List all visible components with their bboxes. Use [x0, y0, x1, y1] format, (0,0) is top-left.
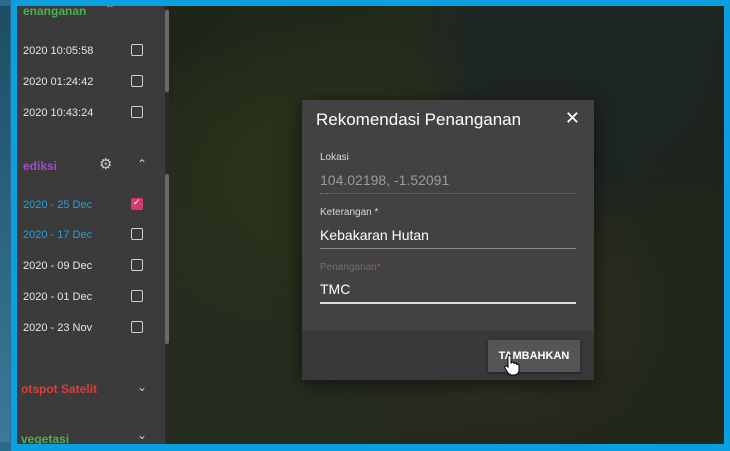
checkbox[interactable] [131, 290, 143, 302]
section-vegetasi-title[interactable]: vegetasi [21, 432, 69, 444]
background-window-strip [0, 0, 14, 451]
checkbox[interactable] [131, 106, 143, 118]
section-penanganan-title[interactable]: enanganan [23, 6, 86, 18]
sidebar: enanganan ⌃ 2020 10:05:58 2020 01:24:42 … [17, 6, 167, 444]
penanganan-item-label: 2020 01:24:42 [23, 76, 94, 88]
chevron-up-icon[interactable]: ⌃ [137, 157, 147, 171]
chevron-up-icon[interactable]: ⌃ [105, 6, 115, 16]
list-item[interactable]: 2020 - 01 Dec [23, 288, 158, 306]
checkbox-checked[interactable] [131, 197, 143, 210]
prediksi-item-label: 2020 - 17 Dec [23, 229, 93, 241]
keterangan-label-text: Keterangan [320, 207, 372, 218]
rekomendasi-dialog: Rekomendasi Penanganan ✕ Lokasi 104.0219… [302, 100, 594, 380]
list-item[interactable]: 2020 10:05:58 [23, 42, 158, 60]
list-item[interactable]: 2020 - 23 Nov [23, 319, 158, 337]
checkbox[interactable] [131, 259, 143, 271]
tambahkan-button[interactable]: TAMBAHKAN [488, 340, 580, 372]
hand-pointer-icon [504, 354, 520, 376]
section-hotspot-title[interactable]: otspot Satelit [21, 382, 97, 396]
dialog-title: Rekomendasi Penanganan [316, 110, 522, 129]
required-mark: * [374, 207, 379, 218]
chevron-down-icon[interactable]: ⌄ [137, 428, 147, 442]
prediksi-item-label: 2020 - 09 Dec [23, 260, 93, 272]
close-icon[interactable]: ✕ [565, 108, 580, 129]
section-prediksi-title[interactable]: ediksi [23, 159, 57, 173]
gear-icon[interactable]: ⚙ [99, 155, 112, 173]
penanganan-label-text: Penanganan [320, 262, 377, 273]
background-window-content [0, 6, 10, 442]
penanganan-label: Penanganan* [320, 262, 381, 273]
prediksi-item-label: 2020 - 23 Nov [23, 322, 93, 334]
chevron-down-icon[interactable]: ⌄ [137, 380, 147, 394]
checkbox[interactable] [131, 44, 143, 56]
list-item[interactable]: 2020 - 17 Dec [23, 226, 158, 244]
penanganan-input[interactable]: TMC [320, 281, 576, 304]
checkbox[interactable] [131, 75, 143, 87]
keterangan-label: Keterangan * [320, 207, 378, 218]
list-item[interactable]: 2020 01:24:42 [23, 73, 158, 91]
prediksi-item-label: 2020 - 01 Dec [23, 291, 93, 303]
required-mark: * [376, 262, 381, 273]
dialog-footer: TAMBAHKAN [302, 330, 594, 380]
penanganan-item-label: 2020 10:43:24 [23, 107, 94, 119]
penanganan-item-label: 2020 10:05:58 [23, 45, 94, 57]
lokasi-field: 104.02198, -1.52091 [320, 172, 576, 194]
keterangan-input[interactable]: Kebakaran Hutan [320, 227, 576, 249]
checkbox[interactable] [131, 228, 143, 240]
lokasi-label: Lokasi [320, 152, 349, 163]
checkbox[interactable] [131, 321, 143, 333]
list-item[interactable]: 2020 - 25 Dec [23, 196, 158, 214]
list-item[interactable]: 2020 10:43:24 [23, 104, 158, 122]
prediksi-item-label: 2020 - 25 Dec [23, 199, 93, 211]
list-item[interactable]: 2020 - 09 Dec [23, 257, 158, 275]
